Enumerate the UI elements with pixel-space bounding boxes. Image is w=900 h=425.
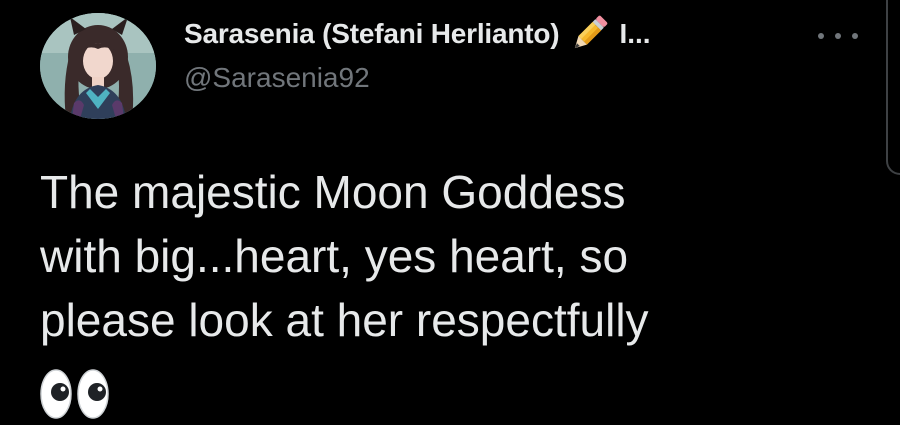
author-handle[interactable]: @Sarasenia92	[184, 62, 370, 94]
more-dot	[852, 33, 858, 39]
author-avatar[interactable]	[40, 13, 156, 119]
author-name-overflow: I...	[619, 18, 651, 49]
author-name-row[interactable]: Sarasenia (Stefani Herlianto) I...	[184, 14, 651, 54]
author-display-name[interactable]: Sarasenia (Stefani Herlianto)	[184, 18, 560, 50]
eyes-emoji	[38, 368, 114, 420]
more-dot	[835, 33, 841, 39]
tweet-text: The majestic Moon Goddess with big...hea…	[40, 166, 649, 346]
scrollbar[interactable]	[886, 0, 900, 175]
avatar-photo	[40, 13, 156, 119]
more-options-icon[interactable]	[818, 24, 858, 48]
more-dot	[818, 33, 824, 39]
pencil-icon	[569, 14, 609, 54]
